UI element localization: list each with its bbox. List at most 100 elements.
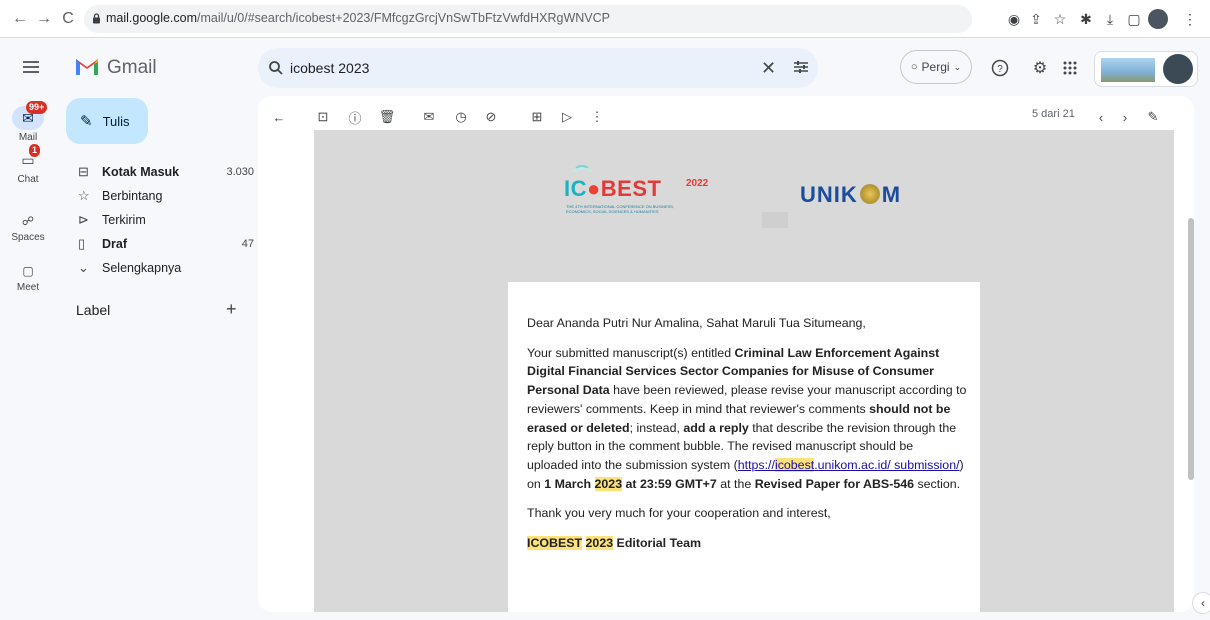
site-info-icon[interactable]: ◉ [1004, 9, 1024, 29]
user-avatar[interactable] [1163, 54, 1193, 84]
mark-unread-icon[interactable]: ✉ [420, 108, 438, 126]
gmail-wordmark: Gmail [107, 57, 157, 78]
side-panel-toggle-icon[interactable]: ‹ [1192, 592, 1210, 614]
send-icon: ⊳ [78, 212, 89, 227]
status-label: Pergi [921, 60, 950, 74]
delete-icon[interactable]: 🗑︎ [378, 108, 396, 126]
rail-chat-label: Chat [17, 174, 39, 185]
input-tools-icon[interactable]: ✎ [1144, 108, 1162, 126]
meet-video-icon: ▢ [22, 264, 34, 278]
folder-more[interactable]: ⌄ Selengkapnya [66, 256, 254, 280]
spaces-icon: ☍ [21, 214, 35, 228]
snooze-icon[interactable]: ◷ [452, 108, 470, 126]
label-tag-icon[interactable]: ▷ [558, 108, 576, 126]
image-placeholder [762, 212, 788, 228]
search-highlight: 2023 [585, 536, 614, 551]
add-label-icon[interactable]: + [226, 299, 237, 320]
email-thanks: Thank you very much for your cooperation… [527, 506, 831, 521]
search-options-icon[interactable] [792, 59, 810, 75]
url-text: mail.google.com/mail/u/0/#search/icobest… [106, 11, 610, 25]
settings-gear-icon[interactable]: ⚙ [1030, 58, 1050, 78]
folder-drafts[interactable]: ▯ Draf 47 [66, 232, 254, 256]
icobest-globe-icon: ● [587, 176, 601, 201]
folder-inbox[interactable]: ⊟ Kotak Masuk 3.030 [66, 160, 254, 184]
forward-icon[interactable]: → [34, 9, 54, 29]
folder-label: Berbintang [102, 189, 163, 203]
folder-starred[interactable]: ☆ Berbintang [66, 184, 254, 208]
more-options-icon[interactable]: ⋮ [588, 108, 606, 126]
help-icon[interactable]: ? [990, 58, 1010, 78]
rail-mail[interactable]: ✉ 99+ Mail [0, 101, 56, 143]
search-icon[interactable] [268, 60, 284, 76]
chevron-down-icon: ⌄ [953, 61, 962, 72]
back-to-list-icon[interactable]: ← [270, 108, 288, 126]
folder-label: Kotak Masuk [102, 165, 180, 179]
search-highlight: icobest [774, 457, 815, 472]
unikom-part2: M [881, 182, 901, 207]
address-bar[interactable]: mail.google.com/mail/u/0/#search/icobest… [84, 5, 972, 33]
rail-meet-label: Meet [16, 282, 40, 293]
section-name: Revised Paper for ABS-546 [754, 476, 914, 491]
gmail-logo-icon[interactable] [74, 55, 100, 77]
rail-spaces[interactable]: ☍ Spaces [0, 212, 56, 243]
workspace-logo [1101, 58, 1155, 82]
text-run: Your submitted manuscript(s) entitled [527, 345, 735, 360]
submission-link[interactable]: https://icobest.unikom.ac.id/ submission… [737, 457, 960, 472]
extensions-icon[interactable]: ✱ [1076, 9, 1096, 29]
folder-label: Draf [102, 237, 128, 251]
icobest-year: 2022 [686, 178, 709, 189]
icobest-brand-ic: IC [564, 176, 587, 201]
report-spam-icon[interactable]: ⓘ [346, 108, 364, 126]
rail-meet[interactable]: ▢ Meet [0, 262, 56, 293]
labels-heading: Label [76, 302, 111, 318]
browser-menu-icon[interactable]: ⋮ [1180, 9, 1200, 29]
text-run: section. [914, 476, 961, 491]
main-menu-icon[interactable] [20, 58, 44, 76]
link-part: .unikom.ac.id/ submission/ [814, 457, 960, 472]
star-icon: ☆ [78, 188, 90, 203]
icobest-wordmark: IC●BEST [564, 176, 661, 202]
folder-label: Selengkapnya [102, 261, 182, 275]
compose-label: Tulis [102, 113, 130, 129]
email-card: Dear Ananda Putri Nur Amalina, Sahat Mar… [508, 282, 980, 612]
mail-unread-badge: 99+ [26, 101, 48, 114]
pencil-icon: ✎ [80, 113, 93, 130]
add-to-tasks-icon[interactable]: ⊘ [482, 108, 500, 126]
older-icon[interactable]: › [1116, 108, 1134, 126]
share-icon[interactable]: ⇪ [1026, 9, 1046, 29]
email-signature: ICOBEST 2023 Editorial Team [527, 534, 967, 553]
reload-icon[interactable]: C [58, 9, 78, 29]
apps-grid-icon[interactable] [1060, 58, 1080, 78]
search-bar[interactable]: icobest 2023 ✕ [258, 48, 818, 88]
account-switcher[interactable] [1094, 51, 1198, 87]
signature-text: Editorial Team [613, 536, 702, 551]
folder-sent[interactable]: ⊳ Terkirim [66, 208, 254, 232]
archive-icon[interactable]: ⊡ [314, 108, 332, 126]
url-path: /mail/u/0/#search/icobest+2023/FMfcgzGrc… [197, 11, 611, 25]
folder-count: 47 [241, 238, 254, 250]
newer-icon[interactable]: ‹ [1092, 108, 1110, 126]
text-emphasis: add a reply [683, 420, 749, 435]
clear-search-icon[interactable]: ✕ [761, 58, 776, 79]
scrollbar-thumb[interactable] [1188, 218, 1194, 480]
icobest-tagline-2: ECONOMICS, SOCIAL SCIENCES & HUMANITIES [566, 209, 659, 214]
move-to-icon[interactable]: ⊞ [528, 108, 546, 126]
download-icon[interactable]: ⤓ [1100, 9, 1120, 29]
compose-button[interactable]: ✎ Tulis [66, 98, 148, 144]
tab-view-icon[interactable]: ▢ [1124, 9, 1144, 29]
svg-text:?: ? [997, 64, 1003, 75]
folder-label: Terkirim [102, 213, 146, 227]
search-input[interactable]: icobest 2023 [290, 60, 369, 76]
search-highlight: ICOBEST [527, 536, 583, 551]
rail-chat[interactable]: ▭ 1 Chat [0, 144, 56, 185]
profile-avatar[interactable] [1148, 9, 1168, 29]
inbox-icon: ⊟ [78, 164, 89, 179]
rail-spaces-label: Spaces [11, 232, 45, 243]
back-icon[interactable]: ← [10, 9, 30, 29]
icobest-logo: IC●BEST 2022 THE 4TH INTERNATIONAL CONFE… [562, 164, 722, 220]
status-dropdown[interactable]: ○ Pergi ⌄ [900, 50, 972, 84]
search-highlight: 2023 [594, 476, 623, 491]
message-view: ← ⊡ ⓘ 🗑︎ ✉ ◷ ⊘ ⊞ ▷ ⋮ 5 dari 21 ‹ › ✎ IC●… [258, 96, 1194, 612]
bookmark-star-icon[interactable]: ☆ [1050, 9, 1070, 29]
link-part: https:// [737, 457, 775, 472]
